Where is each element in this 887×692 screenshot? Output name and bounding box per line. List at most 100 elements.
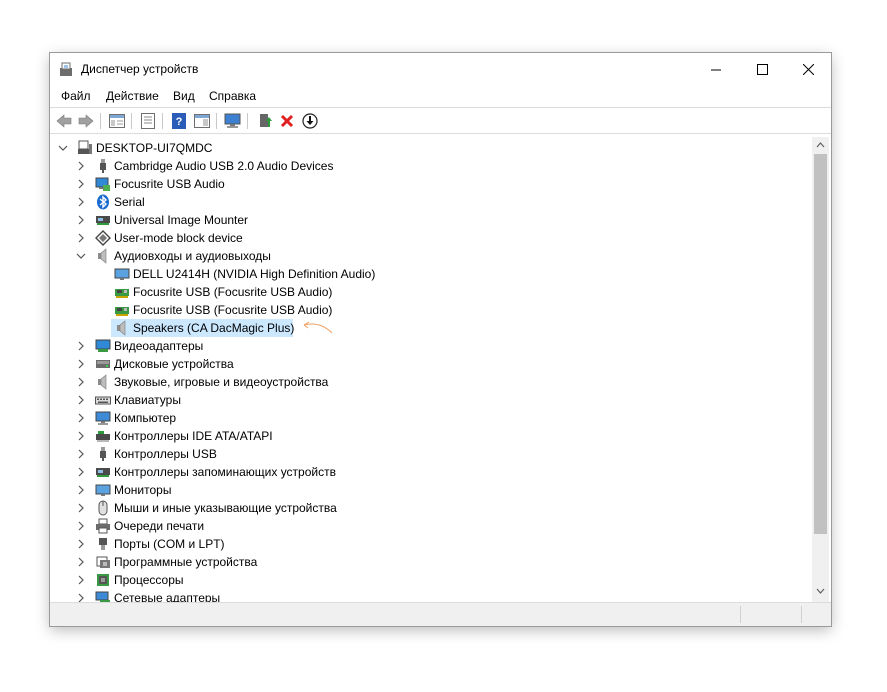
tree-category[interactable]: Контроллеры USB (50, 445, 810, 463)
close-button[interactable] (785, 53, 831, 86)
menu-view[interactable]: Вид (173, 89, 195, 103)
maximize-button[interactable] (739, 53, 785, 86)
tree-category[interactable]: Дисковые устройства (50, 355, 810, 373)
chevron-right-icon[interactable] (75, 466, 87, 478)
tree-category[interactable]: Процессоры (50, 571, 810, 589)
tree-device[interactable]: Focusrite USB (Focusrite USB Audio) (50, 301, 810, 319)
tree-item-label: DELL U2414H (NVIDIA High Definition Audi… (133, 267, 376, 281)
scrollbar-thumb[interactable] (814, 154, 827, 534)
chevron-right-icon[interactable] (75, 358, 87, 370)
toolbar-separator (216, 113, 217, 129)
minimize-icon (710, 69, 721, 71)
menu-action[interactable]: Действие (106, 89, 159, 103)
chevron-right-icon[interactable] (75, 430, 87, 442)
tree-category[interactable]: Звуковые, игровые и видеоустройства (50, 373, 810, 391)
chevron-right-icon[interactable] (75, 340, 87, 352)
tree-device[interactable]: DELL U2414H (NVIDIA High Definition Audi… (50, 265, 810, 283)
tree-category[interactable]: Universal Image Mounter (50, 211, 810, 229)
tree-category[interactable]: Программные устройства (50, 553, 810, 571)
action-pane-icon (194, 114, 210, 128)
disk-drive-icon (96, 360, 110, 368)
scan-hardware-button[interactable] (224, 112, 242, 130)
speaker-icon (117, 320, 126, 336)
tree-category[interactable]: Аудиовходы и аудиовыходы (50, 247, 810, 265)
block-device-icon (95, 230, 111, 246)
tree-category[interactable]: Порты (COM и LPT) (50, 535, 810, 553)
chevron-right-icon[interactable] (75, 484, 87, 496)
chevron-right-icon[interactable] (75, 412, 87, 424)
tree-item-label: Порты (COM и LPT) (114, 537, 225, 551)
back-button[interactable] (55, 112, 73, 130)
chevron-right-icon[interactable] (75, 160, 87, 172)
chevron-right-icon[interactable] (75, 502, 87, 514)
properties-button[interactable] (139, 112, 157, 130)
tree-category[interactable]: Focusrite USB Audio (50, 175, 810, 193)
chevron-right-icon[interactable] (75, 394, 87, 406)
title-bar[interactable]: Диспетчер устройств (50, 53, 831, 86)
tree-category[interactable]: Клавиатуры (50, 391, 810, 409)
ide-controller-icon (96, 431, 110, 442)
chevron-right-icon[interactable] (75, 196, 87, 208)
scroll-down-icon[interactable] (816, 587, 825, 595)
tree-root-computer[interactable]: DESKTOP-UI7QMDC (50, 139, 810, 157)
forward-arrow-icon (78, 114, 94, 128)
uninstall-device-button[interactable] (278, 112, 296, 130)
minimize-button[interactable] (693, 53, 739, 86)
action-pane-button[interactable] (193, 112, 211, 130)
svg-text:?: ? (176, 116, 183, 128)
tree-category[interactable]: Serial (50, 193, 810, 211)
bluetooth-icon (97, 194, 109, 210)
tree-category[interactable]: Мониторы (50, 481, 810, 499)
chevron-right-icon[interactable] (75, 232, 87, 244)
chevron-right-icon[interactable] (75, 376, 87, 388)
update-driver-button[interactable] (256, 112, 274, 130)
toolbar-separator (162, 113, 163, 129)
tree-category[interactable]: Cambridge Audio USB 2.0 Audio Devices (50, 157, 810, 175)
monitor-network-icon (95, 177, 110, 191)
tree-category[interactable]: Контроллеры IDE ATA/ATAPI (50, 427, 810, 445)
tree-device[interactable]: Focusrite USB (Focusrite USB Audio) (50, 283, 810, 301)
tree-category[interactable]: Мыши и иные указывающие устройства (50, 499, 810, 517)
scroll-up-icon[interactable] (816, 141, 825, 149)
tree-category[interactable]: Контроллеры запоминающих устройств (50, 463, 810, 481)
vertical-scrollbar[interactable] (812, 137, 829, 602)
help-book-icon: ? (172, 113, 186, 129)
toolbar-separator (247, 113, 248, 129)
chevron-down-icon[interactable] (75, 250, 87, 262)
chevron-right-icon[interactable] (75, 538, 87, 550)
processor-icon (97, 574, 109, 586)
chevron-right-icon[interactable] (75, 520, 87, 532)
tree-item-label: Компьютер (114, 411, 177, 425)
red-x-icon (280, 114, 294, 128)
chevron-down-icon[interactable] (57, 142, 69, 154)
menu-bar: Файл Действие Вид Справка (50, 86, 831, 107)
tree-category[interactable]: Компьютер (50, 409, 810, 427)
forward-button[interactable] (77, 112, 95, 130)
chevron-right-icon[interactable] (75, 214, 87, 226)
tree-item-label: Видеоадаптеры (114, 339, 204, 353)
status-bar (50, 602, 831, 626)
menu-file[interactable]: Файл (61, 89, 91, 103)
help-button[interactable]: ? (170, 112, 188, 130)
storage-controller-icon (96, 468, 110, 477)
audio-card-icon (115, 289, 129, 298)
tree-item-label: Контроллеры USB (114, 447, 217, 461)
chevron-right-icon[interactable] (75, 178, 87, 190)
audio-card-icon (115, 307, 129, 316)
chevron-right-icon[interactable] (75, 574, 87, 586)
show-hide-console-tree-button[interactable] (108, 112, 126, 130)
tree-item-label: Мониторы (114, 483, 172, 497)
disable-device-button[interactable] (301, 112, 319, 130)
menu-help[interactable]: Справка (209, 89, 256, 103)
tree-category[interactable]: Видеоадаптеры (50, 337, 810, 355)
chevron-right-icon[interactable] (75, 556, 87, 568)
storage-controller-icon (96, 216, 110, 225)
chevron-right-icon[interactable] (75, 448, 87, 460)
tree-category[interactable]: User-mode block device (50, 229, 810, 247)
properties-sheet-icon (141, 113, 155, 129)
back-arrow-icon (56, 114, 72, 128)
update-driver-icon (260, 114, 272, 127)
tree-device[interactable]: Speakers (CA DacMagic Plus) (50, 319, 810, 337)
software-device-icon (96, 556, 110, 568)
tree-category[interactable]: Очереди печати (50, 517, 810, 535)
